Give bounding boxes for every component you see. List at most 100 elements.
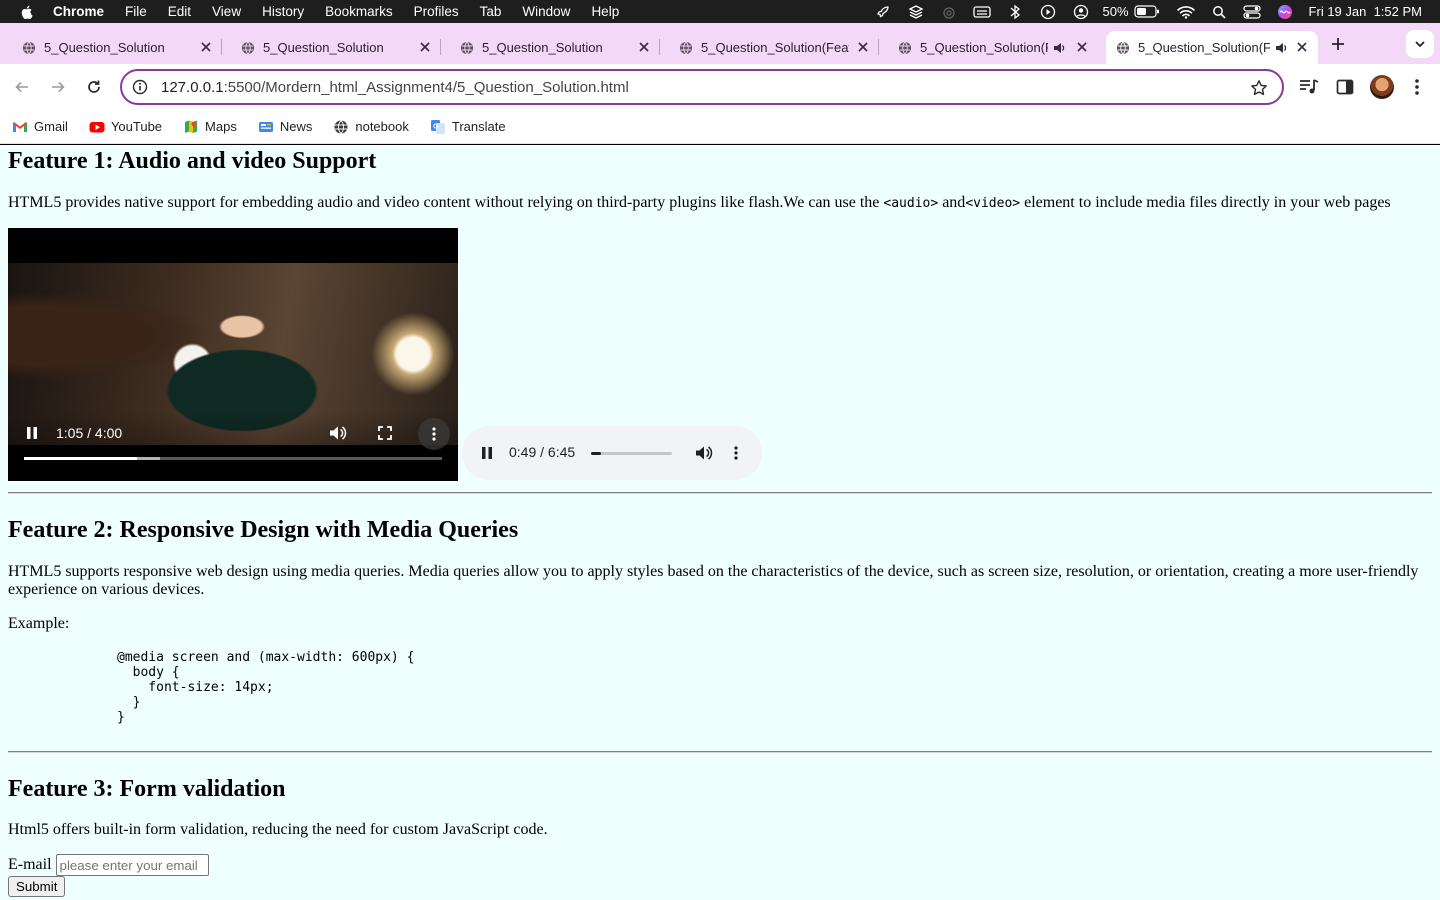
forward-button[interactable] xyxy=(48,77,68,97)
close-icon[interactable] xyxy=(857,41,869,53)
feature1-heading: Feature 1: Audio and video Support xyxy=(8,148,377,174)
url-text[interactable]: 127.0.0.1:5500/Mordern_html_Assignment4/… xyxy=(161,79,629,96)
battery-percent: 50% xyxy=(1102,4,1129,19)
tab-title: 5_Question_Solution xyxy=(263,40,384,55)
media-query-code-block: @media screen and (max-width: 600px) { b… xyxy=(117,650,415,725)
chrome-menu-button[interactable] xyxy=(1406,76,1428,98)
feature1-text-after: element to include media files directly … xyxy=(1020,194,1391,211)
menu-app-name[interactable]: Chrome xyxy=(53,4,104,19)
user-icon[interactable] xyxy=(1071,4,1091,20)
maps-icon xyxy=(183,119,199,135)
pause-icon[interactable] xyxy=(25,425,39,441)
video-player[interactable]: 1:05 / 4:00 xyxy=(8,228,458,481)
feature1-text-mid: and xyxy=(938,194,966,211)
video-time: 1:05 / 4:00 xyxy=(56,425,123,441)
menu-help[interactable]: Help xyxy=(591,4,619,19)
browser-tab[interactable]: 5_Question_Solution(Feat xyxy=(657,31,879,64)
menu-window[interactable]: Window xyxy=(522,4,570,19)
speaker-icon[interactable] xyxy=(1052,41,1066,55)
tab-title: 5_Question_Solution xyxy=(482,40,603,55)
bluetooth-icon[interactable] xyxy=(1005,4,1025,20)
kebab-menu-icon[interactable] xyxy=(734,446,738,460)
volume-icon[interactable] xyxy=(695,445,713,461)
video-progress-bar[interactable] xyxy=(24,457,442,460)
globe-icon xyxy=(23,41,35,54)
menu-file[interactable]: File xyxy=(125,4,147,19)
browser-tab[interactable]: 5_Question_Solution(F xyxy=(876,31,1098,64)
play-icon[interactable] xyxy=(1038,4,1058,20)
audio-tag-code: <audio> xyxy=(883,196,939,211)
menu-history[interactable]: History xyxy=(262,4,304,19)
bookmark-maps[interactable]: Maps xyxy=(183,119,237,135)
fullscreen-icon[interactable] xyxy=(378,426,392,440)
menu-edit[interactable]: Edit xyxy=(168,4,191,19)
bookmark-news[interactable]: News xyxy=(258,119,313,135)
close-icon[interactable] xyxy=(1076,41,1088,53)
video-more-button[interactable] xyxy=(418,418,450,450)
feature3-paragraph: Html5 offers built-in form validation, r… xyxy=(8,821,548,838)
bookmark-gmail[interactable]: Gmail xyxy=(12,119,68,135)
bookmark-notebook[interactable]: notebook xyxy=(333,119,409,135)
new-tab-plus-icon[interactable] xyxy=(1330,36,1346,52)
audio-progress-bar[interactable] xyxy=(591,452,672,455)
globe-icon xyxy=(333,119,349,135)
profile-avatar[interactable] xyxy=(1370,75,1394,99)
browser-tab[interactable]: 5_Question_Solution xyxy=(438,31,660,64)
close-icon[interactable] xyxy=(1296,41,1308,53)
email-label: E-mail xyxy=(8,856,52,873)
tab-search-button[interactable] xyxy=(1406,30,1434,58)
close-icon[interactable] xyxy=(200,41,212,53)
bookmark-translate[interactable]: G Translate xyxy=(430,119,506,135)
volume-icon[interactable] xyxy=(329,425,347,441)
kebab-menu-icon xyxy=(1415,79,1419,95)
email-field[interactable] xyxy=(55,854,209,876)
search-icon[interactable] xyxy=(1209,4,1229,20)
youtube-icon xyxy=(89,119,105,135)
bookmark-label: YouTube xyxy=(110,119,163,134)
bookmark-label: News xyxy=(279,119,313,134)
macos-menu-bar: Chrome File Edit View History Bookmarks … xyxy=(0,0,1440,23)
section-divider xyxy=(8,751,1432,753)
layers-icon[interactable] xyxy=(906,4,926,20)
globe-icon xyxy=(680,41,692,54)
browser-tab[interactable]: 5_Question_Solution xyxy=(219,31,441,64)
keyboard-icon[interactable] xyxy=(972,4,992,20)
browser-tab[interactable]: 5_Question_Solution xyxy=(0,31,222,64)
menu-view[interactable]: View xyxy=(212,4,241,19)
media-controls-button[interactable] xyxy=(1298,76,1320,98)
airdrop-icon[interactable] xyxy=(939,4,959,20)
site-info-icon[interactable] xyxy=(132,79,148,95)
bookmark-youtube[interactable]: YouTube xyxy=(89,119,162,135)
siri-icon[interactable] xyxy=(1275,4,1295,20)
close-icon[interactable] xyxy=(638,41,650,53)
control-center-icon[interactable] xyxy=(1242,4,1262,20)
bookmark-star-icon[interactable] xyxy=(1250,79,1268,97)
side-panel-button[interactable] xyxy=(1334,76,1356,98)
globe-icon xyxy=(242,41,254,54)
browser-tab-active[interactable]: 5_Question_Solution(F xyxy=(1106,31,1318,64)
tab-title: 5_Question_Solution xyxy=(44,40,165,55)
news-icon xyxy=(258,119,274,135)
menu-bookmarks[interactable]: Bookmarks xyxy=(325,4,393,19)
gmail-icon xyxy=(12,119,28,135)
pause-icon[interactable] xyxy=(480,445,494,461)
speaker-icon[interactable] xyxy=(1274,41,1288,55)
menu-profiles[interactable]: Profiles xyxy=(414,4,459,19)
close-icon[interactable] xyxy=(419,41,431,53)
svg-text:G: G xyxy=(433,123,439,130)
address-bar[interactable]: 127.0.0.1:5500/Mordern_html_Assignment4/… xyxy=(120,69,1284,105)
battery-icon[interactable] xyxy=(1133,4,1160,20)
menubar-clock[interactable]: Fri 19 Jan 1:52 PM xyxy=(1309,4,1422,19)
reload-button[interactable] xyxy=(84,77,104,97)
video-controls-overlay xyxy=(8,411,458,481)
rocket-icon[interactable] xyxy=(873,4,893,20)
apple-icon[interactable] xyxy=(19,4,35,20)
wifi-icon[interactable] xyxy=(1176,4,1196,20)
menu-tab[interactable]: Tab xyxy=(480,4,502,19)
submit-button[interactable]: Submit xyxy=(8,876,66,897)
bookmark-label: Maps xyxy=(205,119,237,134)
tab-title: 5_Question_Solution(F xyxy=(920,40,1048,55)
back-button[interactable] xyxy=(12,77,32,97)
feature1-text-before: HTML5 provides native support for embedd… xyxy=(8,194,884,211)
audio-player[interactable]: 0:49 / 6:45 xyxy=(462,426,762,480)
